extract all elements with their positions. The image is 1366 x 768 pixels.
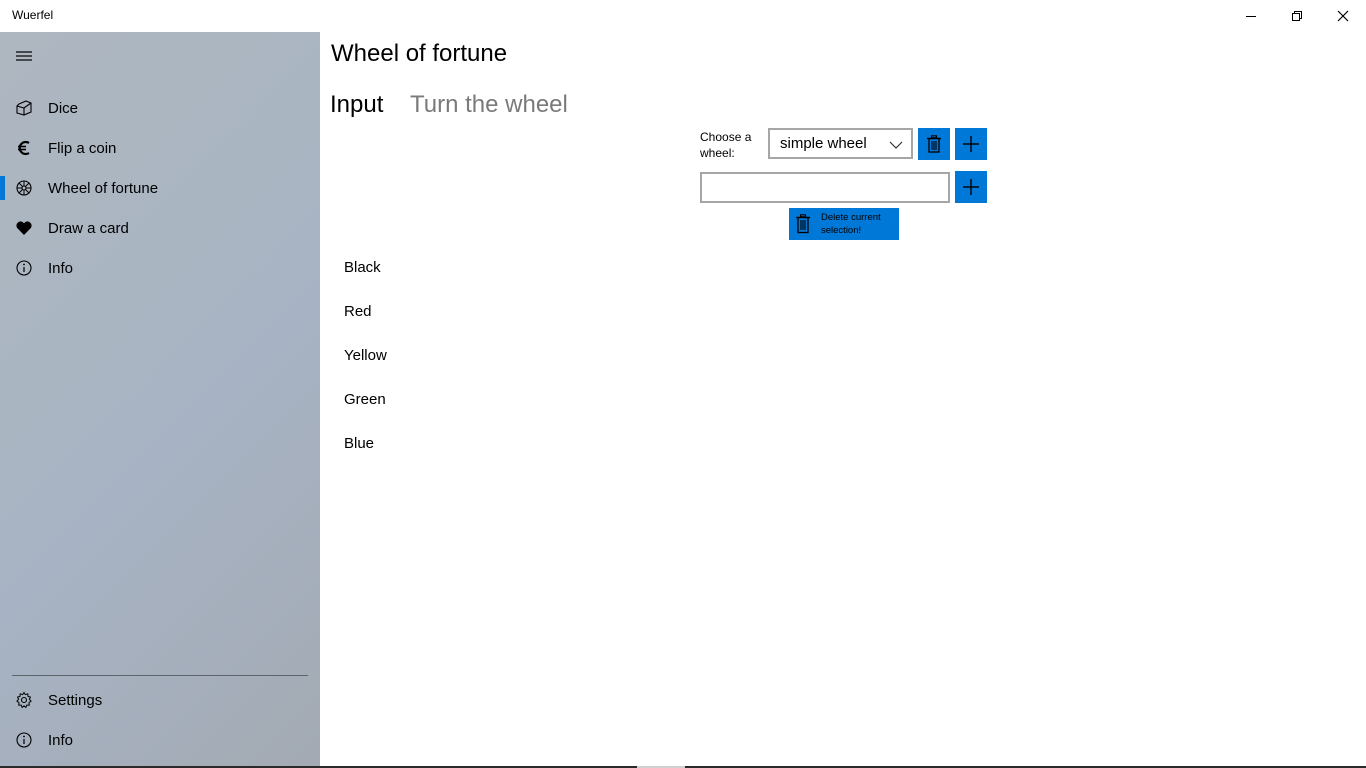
nav-divider xyxy=(12,675,308,676)
euro-icon xyxy=(0,128,48,168)
nav-item-info[interactable]: Info xyxy=(0,248,320,288)
info-icon xyxy=(0,720,48,760)
minimize-button[interactable] xyxy=(1228,0,1274,32)
wheel-select[interactable]: simple wheel xyxy=(768,128,913,159)
navigation-pane: Dice Flip a coin Wheel of fortune Draw a… xyxy=(0,32,320,766)
restore-icon xyxy=(1292,11,1302,21)
add-entry-button[interactable] xyxy=(955,171,987,203)
nav-item-flip-coin[interactable]: Flip a coin xyxy=(0,128,320,168)
gear-icon xyxy=(0,680,48,720)
wheel-select-value: simple wheel xyxy=(780,135,867,152)
list-item[interactable]: Green xyxy=(344,391,386,408)
title-bar: Wuerfel xyxy=(0,0,1366,32)
nav-item-draw-card[interactable]: Draw a card xyxy=(0,208,320,248)
nav-item-label: Dice xyxy=(48,99,79,117)
dice-icon xyxy=(0,88,48,128)
selection-indicator xyxy=(0,176,5,200)
nav-item-label: Wheel of fortune xyxy=(48,179,159,197)
hamburger-icon xyxy=(16,51,32,61)
close-button[interactable] xyxy=(1320,0,1366,32)
nav-item-label: Info xyxy=(48,731,74,749)
tab-input[interactable]: Input xyxy=(330,91,383,119)
delete-selection-button[interactable]: Delete current selection! xyxy=(789,208,899,240)
close-icon xyxy=(1337,10,1349,22)
choose-wheel-label: Choose a wheel: xyxy=(700,130,752,160)
nav-item-dice[interactable]: Dice xyxy=(0,88,320,128)
delete-selection-label: Delete current selection! xyxy=(821,212,881,236)
info-icon xyxy=(0,248,48,288)
nav-item-label: Flip a coin xyxy=(48,139,117,157)
add-wheel-button[interactable] xyxy=(955,128,987,160)
list-item[interactable]: Blue xyxy=(344,435,374,452)
list-item[interactable]: Black xyxy=(344,259,381,276)
nav-item-footer-info[interactable]: Info xyxy=(0,720,320,760)
app-title: Wuerfel xyxy=(12,8,54,22)
nav-item-settings[interactable]: Settings xyxy=(0,680,320,720)
heart-icon xyxy=(0,208,48,248)
minimize-icon xyxy=(1246,16,1256,17)
menu-button[interactable] xyxy=(0,32,48,80)
page-title: Wheel of fortune xyxy=(331,40,508,67)
plus-icon xyxy=(963,136,979,152)
nav-item-label: Settings xyxy=(48,691,103,709)
list-item[interactable]: Yellow xyxy=(344,347,387,364)
plus-icon xyxy=(963,179,979,195)
trash-icon xyxy=(927,135,941,153)
nav-item-label: Info xyxy=(48,259,74,277)
chevron-down-icon xyxy=(889,138,903,155)
wheel-icon xyxy=(0,168,48,208)
delete-wheel-button[interactable] xyxy=(918,128,950,160)
nav-item-label: Draw a card xyxy=(48,219,129,237)
tab-turn-the-wheel[interactable]: Turn the wheel xyxy=(410,91,568,119)
list-item[interactable]: Red xyxy=(344,303,372,320)
nav-item-wheel-of-fortune[interactable]: Wheel of fortune xyxy=(0,168,320,208)
restore-button[interactable] xyxy=(1274,0,1320,32)
trash-icon xyxy=(796,214,810,234)
new-entry-input[interactable] xyxy=(700,172,950,203)
